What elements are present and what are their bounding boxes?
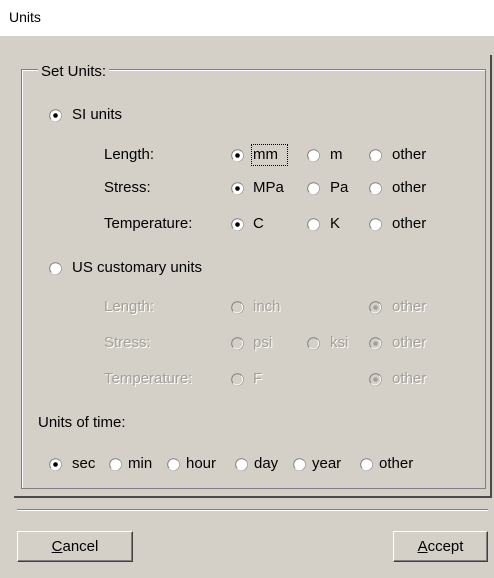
time-hour-radio[interactable] bbox=[167, 458, 180, 471]
time-year-label[interactable]: year bbox=[312, 455, 341, 472]
separator bbox=[17, 509, 488, 511]
si-temperature-k-radio[interactable] bbox=[307, 218, 320, 231]
si-temperature-label: Temperature: bbox=[104, 215, 193, 232]
focus-rectangle bbox=[251, 144, 288, 166]
time-day-radio[interactable] bbox=[235, 458, 248, 471]
us-temperature-other-label: other bbox=[392, 370, 427, 387]
accept-label: ccept bbox=[427, 538, 464, 555]
time-day-label[interactable]: day bbox=[254, 455, 278, 472]
us-stress-psi-radio bbox=[231, 337, 244, 350]
si-stress-mpa-label[interactable]: MPa bbox=[253, 179, 284, 196]
si-temperature-other-radio[interactable] bbox=[369, 218, 382, 231]
accept-button[interactable]: Accept bbox=[393, 531, 488, 562]
cancel-mnemonic: C bbox=[51, 538, 63, 555]
us-length-other-label: other bbox=[392, 298, 427, 315]
si-temperature-other-label[interactable]: other bbox=[392, 215, 426, 232]
us-units-radio[interactable] bbox=[49, 262, 62, 275]
time-sec-radio[interactable] bbox=[49, 458, 62, 471]
us-stress-label: Stress: bbox=[104, 334, 151, 351]
si-stress-pa-label[interactable]: Pa bbox=[330, 179, 348, 196]
us-length-inch-radio bbox=[231, 301, 244, 314]
si-temperature-c-radio[interactable] bbox=[231, 218, 244, 231]
si-stress-pa-radio[interactable] bbox=[307, 182, 320, 195]
us-stress-psi-label: psi bbox=[253, 334, 273, 351]
us-temperature-other-radio bbox=[369, 373, 382, 386]
si-stress-label: Stress: bbox=[104, 179, 151, 196]
time-other-radio[interactable] bbox=[360, 458, 373, 471]
us-stress-other-label: other bbox=[392, 334, 427, 351]
si-length-m-radio[interactable] bbox=[307, 149, 320, 162]
time-units-label: Units of time: bbox=[38, 414, 126, 431]
us-temperature-f-radio bbox=[231, 373, 244, 386]
time-min-radio[interactable] bbox=[109, 458, 122, 471]
us-stress-ksi-label: ksi bbox=[330, 334, 349, 351]
time-year-radio[interactable] bbox=[293, 458, 306, 471]
si-stress-other-radio[interactable] bbox=[369, 182, 382, 195]
si-length-label: Length: bbox=[104, 146, 155, 163]
us-units-label[interactable]: US customary units bbox=[72, 259, 202, 276]
us-stress-other-radio bbox=[369, 337, 382, 350]
us-temperature-f-label: F bbox=[253, 370, 263, 387]
time-other-label[interactable]: other bbox=[379, 455, 413, 472]
us-temperature-label: Temperature: bbox=[104, 370, 193, 387]
title-bar: Units bbox=[0, 0, 494, 36]
accept-mnemonic: A bbox=[417, 538, 428, 555]
time-hour-label[interactable]: hour bbox=[186, 455, 216, 472]
si-units-radio[interactable] bbox=[49, 109, 62, 122]
si-length-m-label[interactable]: m bbox=[330, 146, 343, 163]
si-stress-mpa-radio[interactable] bbox=[231, 182, 244, 195]
window-title: Units bbox=[9, 9, 41, 25]
us-stress-ksi-radio bbox=[307, 337, 320, 350]
time-min-label[interactable]: min bbox=[128, 455, 152, 472]
si-length-other-label[interactable]: other bbox=[392, 146, 426, 163]
set-units-title: Set Units: bbox=[38, 63, 110, 80]
si-temperature-k-label[interactable]: K bbox=[330, 215, 340, 232]
si-temperature-c-label[interactable]: C bbox=[253, 215, 264, 232]
cancel-button[interactable]: Cancel bbox=[17, 531, 133, 562]
us-length-inch-label: inch bbox=[253, 298, 281, 315]
cancel-label: ancel bbox=[62, 538, 99, 555]
si-length-other-radio[interactable] bbox=[369, 149, 382, 162]
si-units-label[interactable]: SI units bbox=[72, 106, 122, 123]
us-length-other-radio bbox=[369, 301, 382, 314]
time-sec-label[interactable]: sec bbox=[72, 455, 95, 472]
si-stress-other-label[interactable]: other bbox=[392, 179, 426, 196]
us-length-label: Length: bbox=[104, 298, 155, 315]
si-length-mm-radio[interactable] bbox=[231, 149, 244, 162]
